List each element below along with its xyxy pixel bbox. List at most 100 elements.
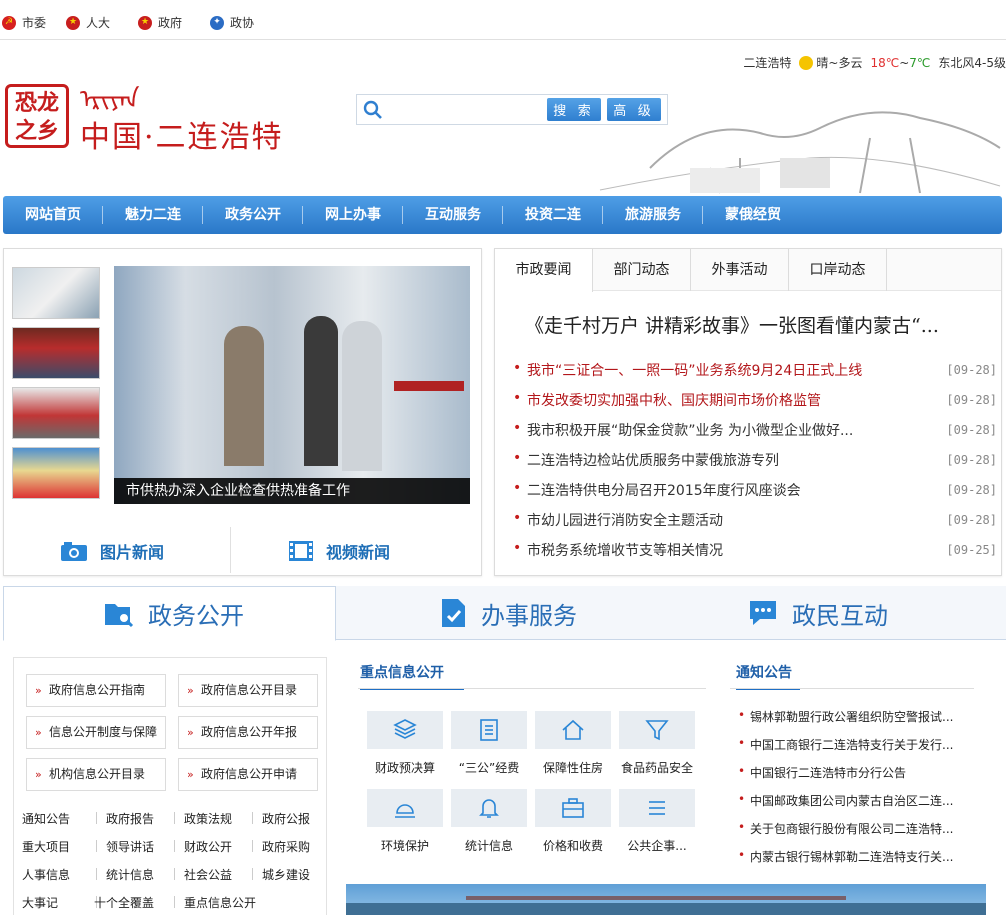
gov-link[interactable]: 政府报告: [106, 810, 154, 827]
seal-text: 恐龙之乡: [14, 90, 59, 144]
news-item[interactable]: 二连浩特供电分局召开2015年度行风座谈会 [09-28]: [511, 475, 997, 505]
notice-item[interactable]: 中国邮政集团公司内蒙古自治区二连...: [736, 792, 966, 809]
camera-icon: [61, 542, 87, 561]
gov-link[interactable]: 社会公益: [184, 866, 232, 883]
divider: [358, 688, 706, 689]
photo-thumbnail[interactable]: [12, 267, 100, 319]
top-link-label: 市委: [22, 16, 47, 30]
tab-foreign-affairs[interactable]: 外事活动: [691, 249, 789, 291]
main-nav: 网站首页 魅力二连 政务公开 网上办事 互动服务 投资二连 旅游服务 蒙俄经贸: [3, 196, 1002, 234]
photo-thumbnail[interactable]: [12, 327, 100, 379]
key-info-item[interactable]: [619, 789, 695, 827]
news-date: [09-25]: [946, 543, 997, 557]
nav-item-trade[interactable]: 蒙俄经贸: [703, 196, 803, 234]
news-item[interactable]: 我市“三证合一、一照一码”业务系统9月24日正式上线 [09-28]: [511, 355, 997, 385]
gov-link[interactable]: 领导讲话: [106, 838, 154, 855]
photo-thumbnail[interactable]: [12, 447, 100, 499]
site-seal-logo[interactable]: 恐龙之乡: [5, 84, 69, 148]
news-item[interactable]: 我市积极开展“助保金贷款”业务 为小微型企业做好... [09-28]: [511, 415, 997, 445]
news-item[interactable]: 市发改委切实加强中秋、国庆期间市场价格监管 [09-28]: [511, 385, 997, 415]
tab-department-news[interactable]: 部门动态: [593, 249, 691, 291]
site-title: 中国·二连浩特: [80, 120, 284, 155]
gov-link[interactable]: 重点信息公开: [184, 894, 256, 911]
film-icon: [289, 541, 313, 561]
top-link-label: 人大: [86, 16, 111, 30]
nav-item-home[interactable]: 网站首页: [3, 196, 103, 234]
key-info-label: 食品药品安全: [620, 761, 693, 775]
photo-news-link[interactable]: 图片新闻: [60, 527, 164, 575]
gov-link[interactable]: 政府公报: [262, 810, 310, 827]
mongolian-title: ᠡᠷᠢᠶᠠᠨ: [80, 85, 140, 115]
divider: [230, 527, 231, 573]
nav-item-interaction[interactable]: 互动服务: [403, 196, 503, 234]
gov-link[interactable]: 财政公开: [184, 838, 232, 855]
key-info-label: 公共企事...: [627, 839, 687, 853]
gov-info-guide-button[interactable]: 政府信息公开指南: [26, 674, 166, 707]
key-info-item[interactable]: [367, 789, 443, 827]
news-title: 市税务系统增收节支等相关情况: [511, 540, 723, 560]
news-item[interactable]: 二连浩特边检站优质服务中蒙俄旅游专列 [09-28]: [511, 445, 997, 475]
key-info-item[interactable]: [451, 711, 527, 749]
top-link-party[interactable]: ☭ 市委: [2, 14, 46, 31]
notice-item[interactable]: 关于包商银行股份有限公司二连浩特...: [736, 820, 966, 837]
notice-item[interactable]: 锡林郭勒盟行政公署组织防空警报试...: [736, 708, 966, 725]
tab-gov-affairs[interactable]: 政务公开: [3, 586, 336, 641]
key-info-item[interactable]: [367, 711, 443, 749]
news-item[interactable]: 市幼儿园进行消防安全主题活动 [09-28]: [511, 505, 997, 535]
notice-item[interactable]: 内蒙古银行锡林郭勒二连浩特支行关...: [736, 848, 966, 865]
gov-link[interactable]: 重大项目: [22, 838, 70, 855]
top-link-cppcc[interactable]: ✦ 政协: [210, 14, 254, 31]
gov-link[interactable]: 人事信息: [22, 866, 70, 883]
key-info-item[interactable]: [451, 789, 527, 827]
org-info-catalog-button[interactable]: 机构信息公开目录: [26, 758, 166, 791]
top-link-government[interactable]: ★ 政府: [138, 14, 182, 31]
nav-item-tourism[interactable]: 旅游服务: [603, 196, 703, 234]
video-news-link[interactable]: 视频新闻: [288, 527, 390, 575]
news-date: [09-28]: [946, 483, 997, 497]
main-news-photo[interactable]: 市供热办深入企业检查供热准备工作: [114, 266, 470, 504]
key-info-title[interactable]: 重点信息公开: [360, 662, 464, 690]
gov-link[interactable]: 政府采购: [262, 838, 310, 855]
news-title: 二连浩特边检站优质服务中蒙俄旅游专列: [511, 450, 779, 470]
nav-item-gov-affairs[interactable]: 政务公开: [203, 196, 303, 234]
photo-thumbnail[interactable]: [12, 387, 100, 439]
key-info-item[interactable]: [535, 711, 611, 749]
key-info-item[interactable]: [535, 789, 611, 827]
gov-link[interactable]: 通知公告: [22, 810, 70, 827]
divider: [96, 840, 97, 852]
gov-info-annual-report-button[interactable]: 政府信息公开年报: [178, 716, 318, 749]
gov-link[interactable]: 统计信息: [106, 866, 154, 883]
notice-item[interactable]: 中国工商银行二连浩特支行关于发行...: [736, 736, 966, 753]
gov-link[interactable]: 城乡建设: [262, 866, 310, 883]
document-check-icon: [442, 599, 465, 627]
top-link-congress[interactable]: ★ 人大: [66, 14, 110, 31]
gov-info-request-button[interactable]: 政府信息公开申请: [178, 758, 318, 791]
divider: [730, 688, 974, 689]
news-date: [09-28]: [946, 393, 997, 407]
divider: [174, 896, 175, 908]
key-info-item[interactable]: [619, 711, 695, 749]
notices-title[interactable]: 通知公告: [736, 662, 800, 690]
gov-link[interactable]: 十个全覆盖: [94, 894, 154, 911]
headline-link[interactable]: 《走千村万户 讲精彩故事》一张图看懂内蒙古“...: [525, 311, 985, 338]
notice-item[interactable]: 中国银行二连浩特市分行公告: [736, 764, 966, 781]
nav-item-online-service[interactable]: 网上办事: [303, 196, 403, 234]
key-info-label: 保障性住房: [542, 761, 603, 775]
tab-services[interactable]: 办事服务: [441, 586, 577, 640]
tab-port-news[interactable]: 口岸动态: [789, 249, 887, 291]
gov-info-system-button[interactable]: 信息公开制度与保障: [26, 716, 166, 749]
news-item[interactable]: 市税务系统增收节支等相关情况 [09-25]: [511, 535, 997, 565]
gov-link[interactable]: 政策法规: [184, 810, 232, 827]
menu-icon: [649, 801, 665, 815]
search-input[interactable]: [389, 99, 569, 121]
national-emblem-icon: ★: [66, 15, 80, 30]
gov-info-catalog-button[interactable]: 政府信息公开目录: [178, 674, 318, 707]
tab-city-news[interactable]: 市政要闻: [495, 249, 593, 292]
divider: [252, 840, 253, 852]
nav-item-charm[interactable]: 魅力二连: [103, 196, 203, 234]
banner-image[interactable]: [346, 884, 986, 915]
section-tabs: 政务公开 办事服务 政民互动: [3, 586, 1006, 641]
gov-link[interactable]: 大事记: [22, 894, 58, 911]
nav-item-investment[interactable]: 投资二连: [503, 196, 603, 234]
tab-interaction[interactable]: 政民互动: [748, 586, 888, 640]
